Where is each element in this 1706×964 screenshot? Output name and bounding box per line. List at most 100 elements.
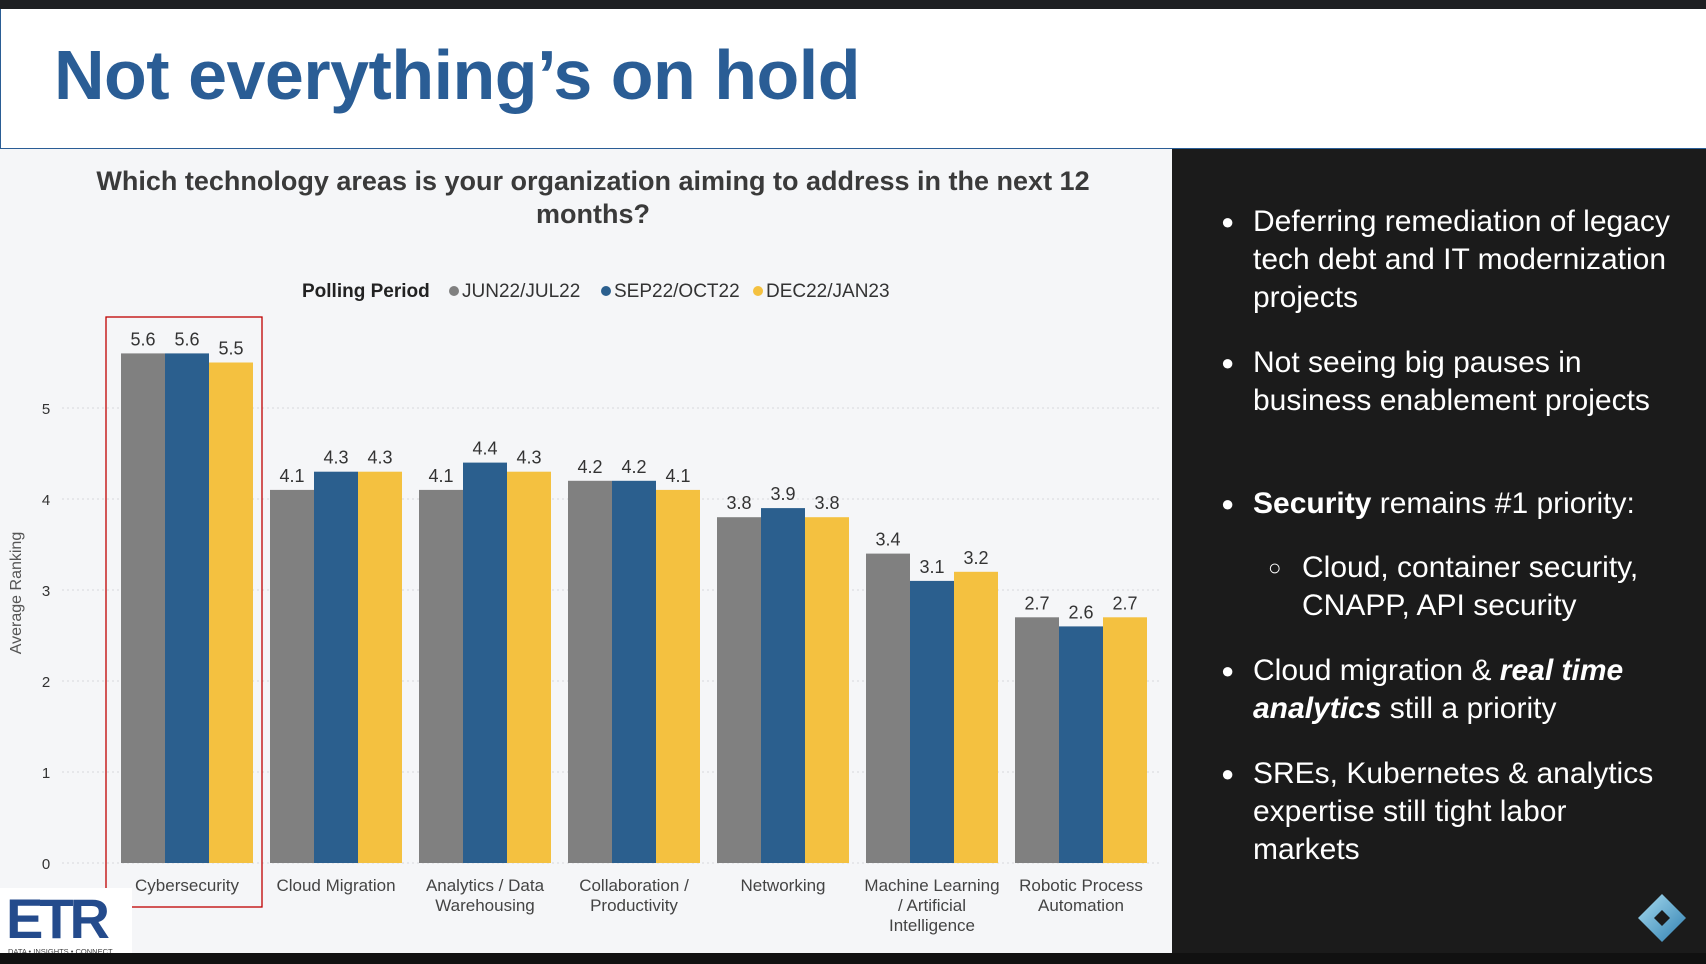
bar-value-label: 2.7: [1112, 593, 1137, 613]
x-category-label: Collaboration /: [579, 876, 689, 895]
chart-panel: Which technology areas is your organizat…: [0, 149, 1172, 953]
bar-value-label: 4.2: [577, 457, 602, 477]
bullet-text: SREs, Kubernetes & analytics expertise s…: [1253, 757, 1654, 866]
bar: [1059, 626, 1103, 863]
x-category-label: Intelligence: [889, 916, 975, 935]
x-category-label: Automation: [1038, 896, 1124, 915]
bar: [761, 508, 805, 863]
bullet-text: Cloud migration & real time analytics st…: [1253, 652, 1673, 728]
bar: [954, 571, 998, 863]
bar: [656, 489, 700, 863]
y-tick-label: 4: [42, 492, 50, 509]
legend-swatch: [601, 286, 611, 296]
bottom-strip: [0, 953, 1706, 959]
bar: [568, 480, 612, 863]
bar: [121, 353, 165, 863]
bar-chart: Which technology areas is your organizat…: [8, 166, 1160, 935]
bar: [358, 471, 402, 863]
legend-label: DEC22/JAN23: [766, 281, 890, 302]
x-category-label: Warehousing: [435, 896, 535, 915]
bullet-item: ● SREs, Kubernetes & analytics expertise…: [1221, 755, 1673, 869]
bar-value-label: 3.9: [770, 484, 795, 504]
bar-value-label: 3.2: [963, 548, 988, 568]
bar: [314, 471, 358, 863]
x-category-label: Cybersecurity: [135, 876, 239, 895]
bullet-text: Deferring remediation of legacy tech deb…: [1253, 205, 1670, 314]
x-category-label: Networking: [740, 876, 825, 895]
bar-value-label: 4.1: [279, 466, 304, 486]
bar-value-label: 5.5: [218, 339, 243, 359]
svg-text:ETR: ETR: [6, 888, 110, 950]
top-bar: [0, 0, 1706, 9]
chart-title: months?: [536, 199, 650, 229]
bullet-icon: ●: [1221, 350, 1235, 375]
bar-value-label: 4.1: [428, 466, 453, 486]
bullet-icon: ●: [1221, 209, 1235, 234]
bar-value-label: 3.1: [919, 557, 944, 577]
bullet-icon: ●: [1221, 761, 1235, 786]
bar-value-label: 5.6: [174, 329, 199, 349]
bar-value-label: 4.3: [323, 448, 348, 468]
bar-value-label: 5.6: [130, 329, 155, 349]
bullet-panel: ● Deferring remediation of legacy tech d…: [1172, 149, 1706, 953]
bar: [1015, 617, 1059, 863]
bar: [270, 489, 314, 863]
bar: [507, 471, 551, 863]
bar: [165, 353, 209, 863]
y-tick-label: 5: [42, 401, 50, 418]
bar-value-label: 4.4: [472, 439, 497, 459]
bar-value-label: 3.8: [726, 493, 751, 513]
bar-value-label: 4.3: [516, 448, 541, 468]
bar-value-label: 3.8: [814, 493, 839, 513]
bar: [612, 480, 656, 863]
legend-swatch: [753, 286, 763, 296]
slide-title: Not everything’s on hold: [54, 36, 861, 114]
bar-value-label: 4.2: [621, 457, 646, 477]
bar-value-label: 2.6: [1068, 602, 1093, 622]
bar-value-label: 4.1: [665, 466, 690, 486]
title-band: Not everything’s on hold: [0, 9, 1706, 149]
y-tick-label: 1: [42, 765, 50, 782]
bullet-text: Not seeing big pauses in business enable…: [1253, 346, 1650, 417]
bar: [717, 517, 761, 863]
legend-swatch: [449, 286, 459, 296]
x-category-label: / Artificial: [898, 896, 966, 915]
sub-bullet-item: ○ Cloud, container security, CNAPP, API …: [1268, 549, 1702, 625]
bar: [419, 489, 463, 863]
bar: [1103, 617, 1147, 863]
bar-value-label: 3.4: [875, 530, 900, 550]
bar-value-label: 2.7: [1024, 593, 1049, 613]
bar: [463, 462, 507, 863]
blue-diamond-logo-icon: [1632, 888, 1692, 948]
bullet-item: ● Not seeing big pauses in business enab…: [1221, 344, 1653, 420]
bold-text: Security: [1253, 487, 1372, 520]
y-tick-label: 3: [42, 583, 50, 600]
bullet-item: ● Deferring remediation of legacy tech d…: [1221, 203, 1673, 317]
y-axis-label: Average Ranking: [8, 532, 25, 654]
x-category-label: Analytics / Data: [426, 876, 545, 895]
x-category-label: Productivity: [590, 896, 678, 915]
bullet-item: ● Security remains #1 priority:: [1221, 485, 1703, 523]
bar-value-label: 4.3: [367, 448, 392, 468]
bullet-text-post: still a priority: [1381, 692, 1557, 725]
bar: [209, 362, 253, 863]
chart-title: Which technology areas is your organizat…: [96, 166, 1089, 196]
bullet-icon: ●: [1221, 491, 1235, 516]
x-category-label: Robotic Process: [1019, 876, 1143, 895]
legend-title: Polling Period: [302, 281, 430, 302]
bar: [805, 517, 849, 863]
bullet-icon: ●: [1221, 658, 1235, 683]
y-tick-label: 0: [42, 856, 50, 873]
bar: [866, 553, 910, 863]
bullet-text-pre: Cloud migration &: [1253, 654, 1500, 687]
bullet-text: Security remains #1 priority:: [1253, 485, 1703, 523]
sub-bullet-icon: ○: [1268, 555, 1282, 580]
legend-label: SEP22/OCT22: [614, 281, 740, 302]
x-category-label: Cloud Migration: [276, 876, 395, 895]
sub-bullet-text: Cloud, container security, CNAPP, API se…: [1302, 551, 1639, 622]
bullet-text-rest: remains #1 priority:: [1371, 487, 1635, 520]
legend-label: JUN22/JUL22: [462, 281, 580, 302]
x-category-label: Machine Learning: [864, 876, 999, 895]
bullet-item: ● Cloud migration & real time analytics …: [1221, 652, 1673, 728]
etr-logo: ETR DATA • INSIGHTS • CONNECT: [0, 887, 132, 959]
